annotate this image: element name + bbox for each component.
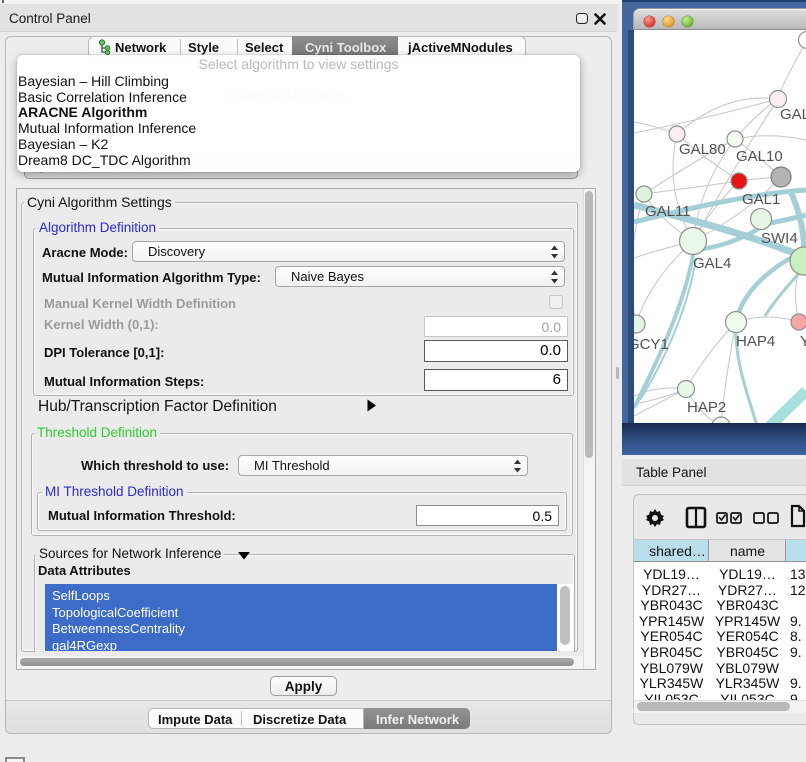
- svg-text:HAP4: HAP4: [736, 333, 775, 350]
- svg-text:GAL11: GAL11: [645, 203, 691, 220]
- svg-text:HAP2: HAP2: [687, 399, 726, 416]
- svg-text:GAL80: GAL80: [679, 141, 726, 158]
- svg-text:GCY1: GCY1: [634, 336, 669, 353]
- svg-text:SWI4: SWI4: [761, 230, 798, 247]
- svg-text:GAL1: GAL1: [742, 191, 780, 208]
- svg-text:GAL7: GAL7: [780, 106, 806, 123]
- svg-text:GAL10: GAL10: [736, 148, 783, 165]
- svg-text:GAL4: GAL4: [693, 255, 731, 272]
- svg-text:YMR0: YMR0: [800, 333, 806, 350]
